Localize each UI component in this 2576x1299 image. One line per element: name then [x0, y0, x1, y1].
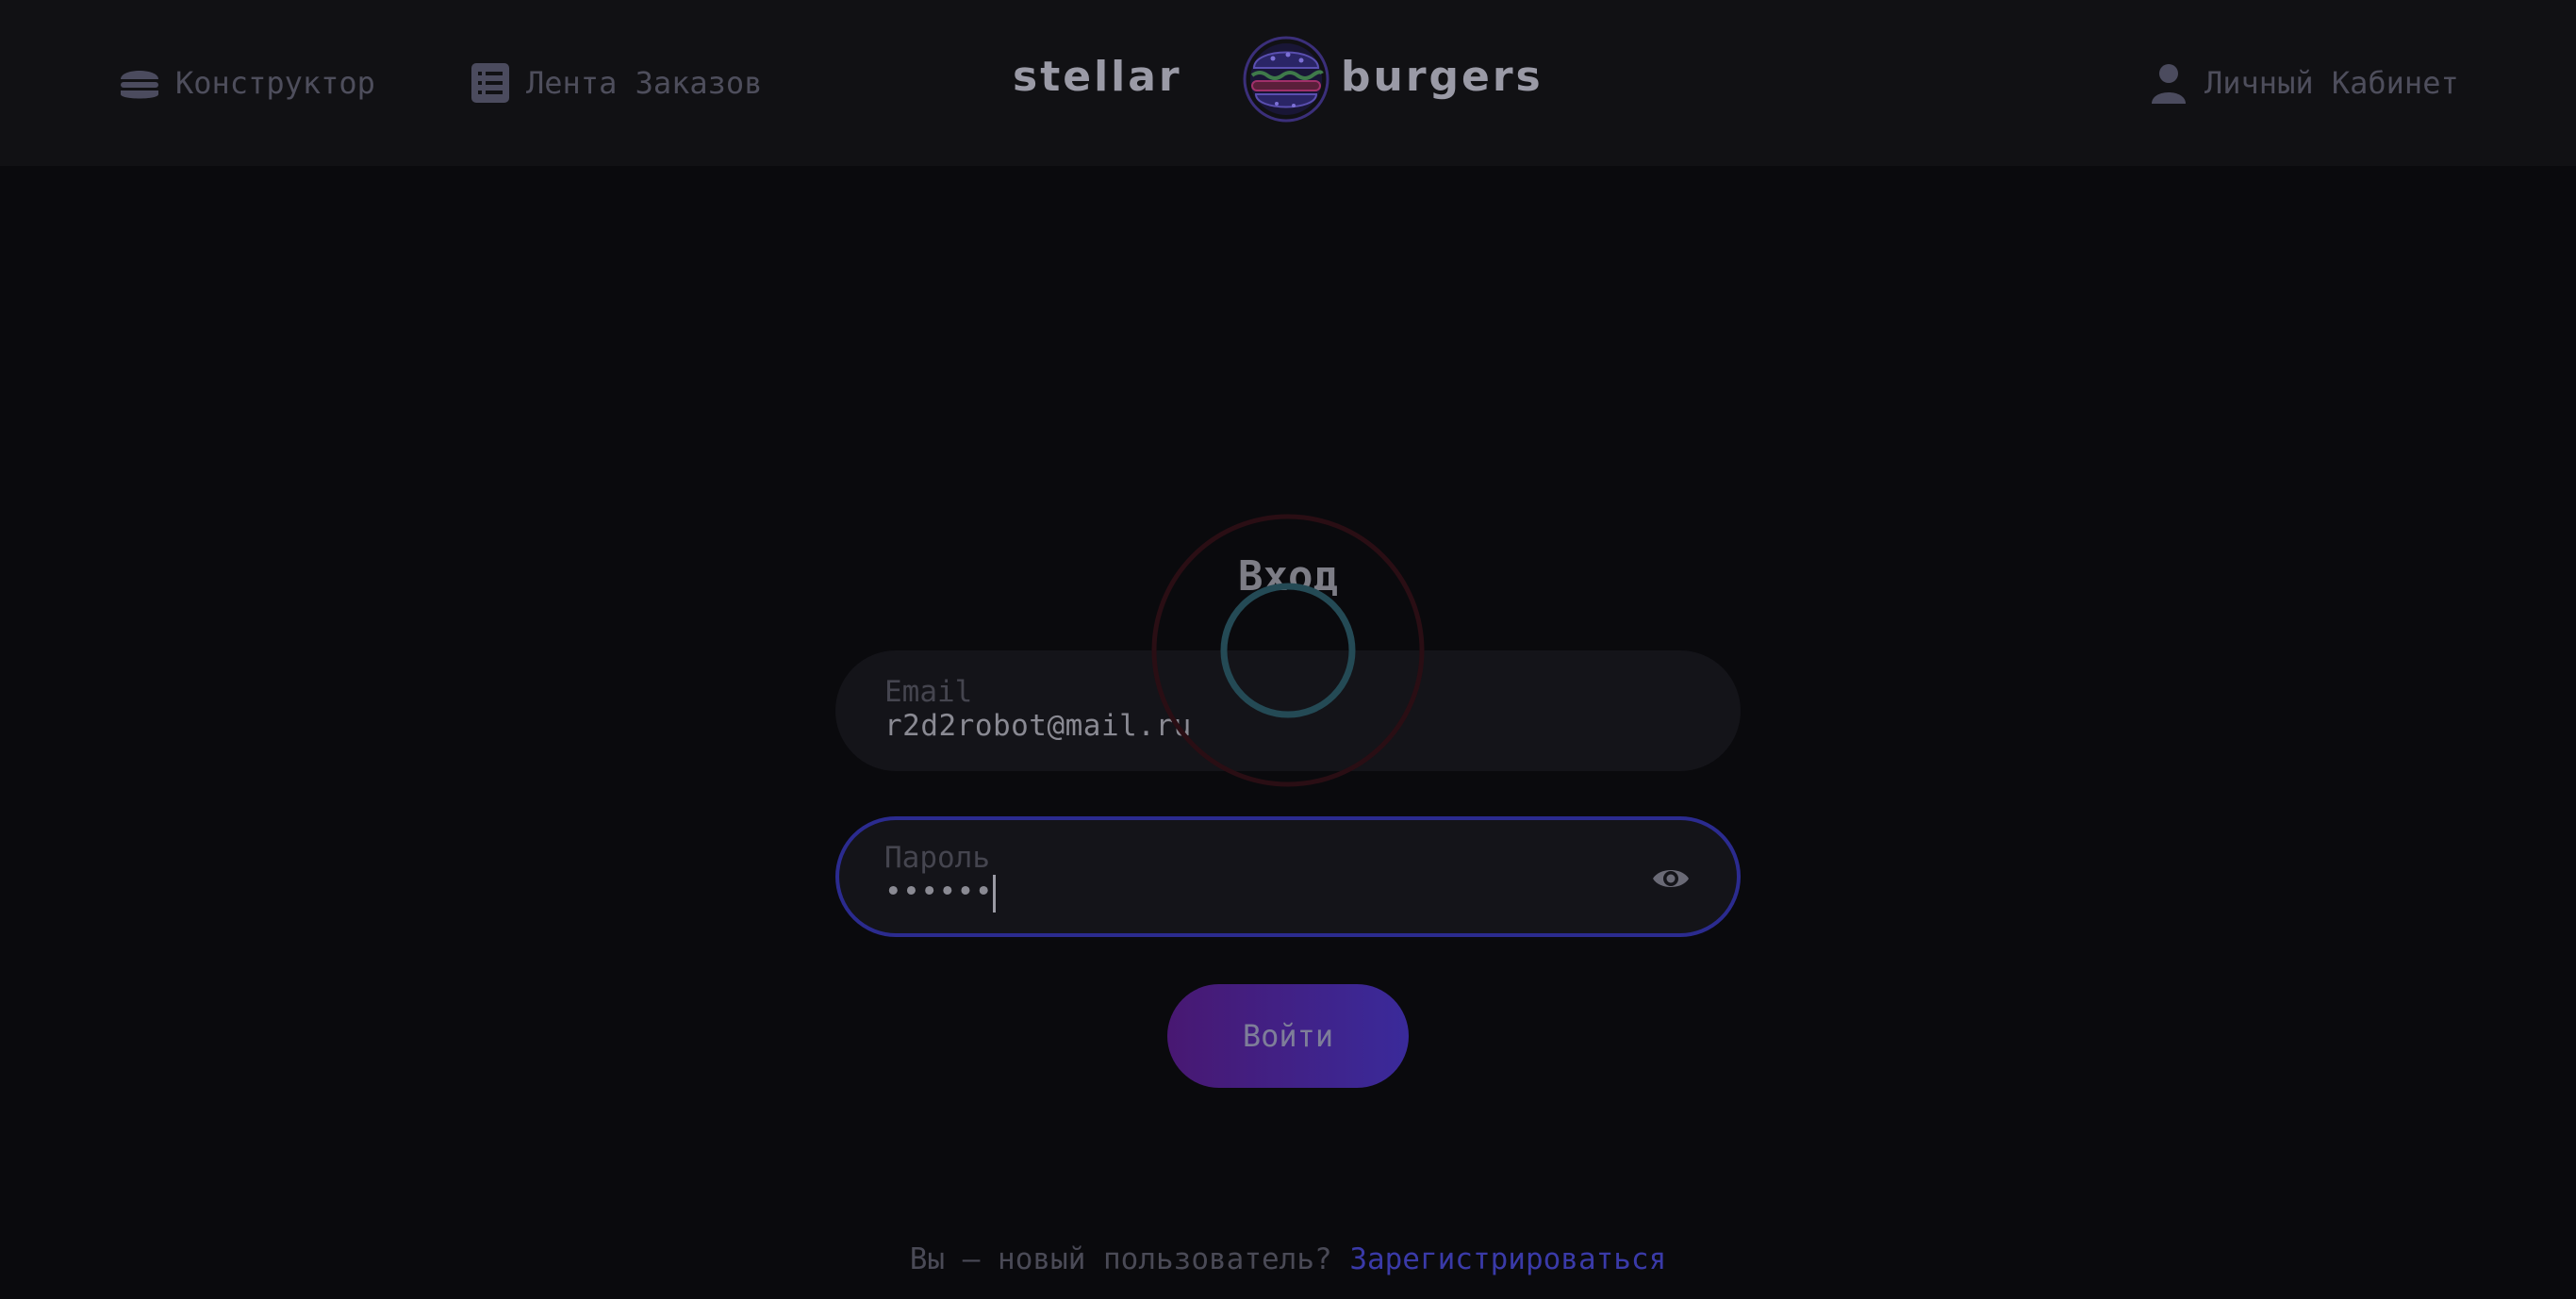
email-label: Email [884, 675, 973, 709]
login-button[interactable]: Войти [1167, 984, 1409, 1088]
nav-order-feed-label: Лента Заказов [526, 65, 763, 101]
app-header: Конструктор Лента Заказов stellar burger… [0, 0, 2576, 166]
password-label: Пароль [884, 841, 990, 875]
nav-order-feed[interactable]: Лента Заказов [468, 53, 762, 113]
register-link[interactable]: Зарегистрироваться [1349, 1242, 1666, 1276]
register-prompt: Вы — новый пользователь? Зарегистрироват… [0, 1242, 2576, 1276]
password-field[interactable]: Пароль •••••• [835, 816, 1741, 937]
email-input[interactable] [884, 709, 1544, 743]
burger-logo-icon [1243, 36, 1329, 123]
register-question: Вы — новый пользователь? [909, 1242, 1350, 1276]
eye-icon[interactable] [1650, 858, 1692, 899]
text-caret [993, 875, 996, 913]
user-icon [2146, 60, 2191, 106]
nav-constructor-label: Конструктор [175, 65, 375, 101]
login-title: Вход [1238, 552, 1338, 600]
stellar-burgers-logo[interactable]: stellar burgers [1013, 32, 1563, 126]
logo-text-left: stellar [1013, 53, 1182, 101]
nav-profile[interactable]: Личный Кабинет [2146, 53, 2459, 113]
password-input[interactable]: •••••• [884, 875, 1544, 909]
logo-text-right: burgers [1341, 53, 1544, 101]
burger-icon [117, 60, 162, 106]
nav-profile-label: Личный Кабинет [2204, 65, 2459, 101]
nav-constructor[interactable]: Конструктор [117, 53, 375, 113]
list-icon [468, 60, 513, 106]
email-field[interactable]: Email [835, 650, 1741, 771]
